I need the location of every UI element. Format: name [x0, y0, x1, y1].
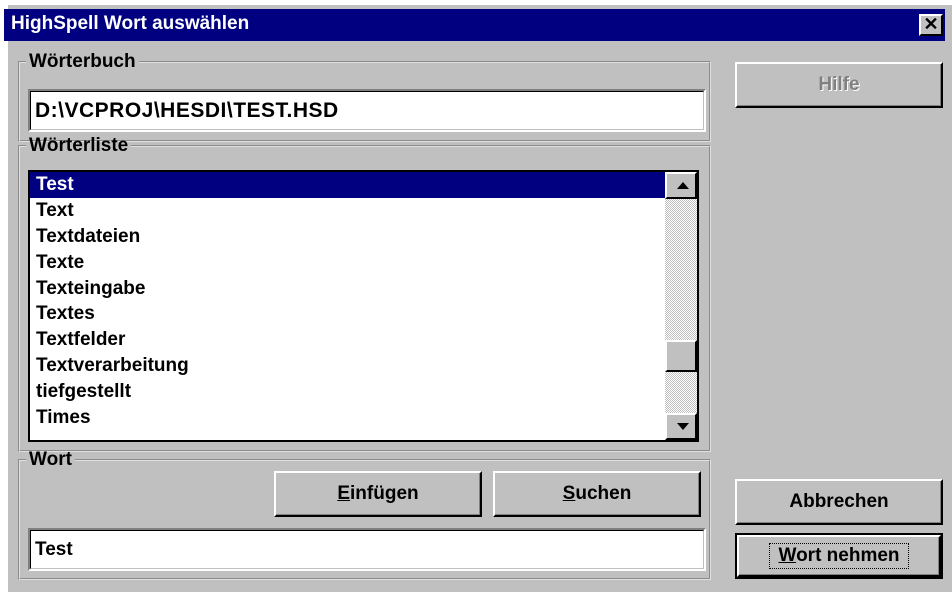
dictionary-path-field[interactable]: D:\VCPROJ\HESDI\TEST.HSD	[28, 89, 706, 132]
scroll-up-button[interactable]	[665, 172, 697, 199]
insert-button[interactable]: Einfügen	[274, 471, 482, 517]
help-button[interactable]: Hilfe	[735, 62, 943, 108]
scroll-thumb[interactable]	[665, 340, 697, 372]
word-input-value: Test	[35, 538, 73, 560]
take-word-button[interactable]: Wort nehmen	[735, 533, 943, 579]
dictionary-legend: Wörterbuch	[29, 51, 136, 72]
list-item[interactable]: Text	[30, 198, 665, 224]
vertical-scrollbar[interactable]	[665, 172, 697, 440]
list-item[interactable]: Times	[30, 405, 665, 431]
wordlist-legend: Wörterliste	[29, 135, 129, 156]
list-item[interactable]: Texte	[30, 250, 665, 276]
list-item[interactable]: Texteingabe	[30, 276, 665, 302]
close-button[interactable]: ✕	[919, 14, 943, 36]
help-button-label: Hilfe	[818, 74, 860, 95]
word-listbox[interactable]: Test Text Textdateien Texte Texteingabe Texte…	[28, 170, 699, 442]
take-word-mnemonic: W	[778, 545, 797, 566]
list-item[interactable]: Textfelder	[30, 327, 665, 353]
take-word-label: ort nehmen	[796, 545, 900, 566]
list-item[interactable]: Test	[30, 172, 665, 198]
word-legend: Wort	[29, 449, 72, 470]
dictionary-path-text: D:\VCPROJ\HESDI\TEST.HSD	[35, 98, 339, 122]
insert-button-label: infügen	[350, 483, 419, 504]
focus-rectangle: Wort nehmen	[769, 543, 909, 569]
word-input[interactable]: Test	[28, 528, 706, 571]
cancel-button-label: Abbrechen	[789, 491, 889, 512]
list-item[interactable]: Textes	[30, 301, 665, 327]
list-item[interactable]: Textdateien	[30, 224, 665, 250]
search-button-mnemonic: S	[562, 483, 576, 504]
cancel-button[interactable]: Abbrechen	[735, 479, 943, 525]
window-title: HighSpell Wort auswählen	[11, 13, 250, 34]
list-item[interactable]: tiefgestellt	[30, 379, 665, 405]
arrow-up-icon	[677, 182, 689, 189]
list-item[interactable]: Textverarbeitung	[30, 353, 665, 379]
search-button-label: uchen	[575, 483, 632, 504]
close-icon: ✕	[923, 14, 939, 34]
insert-button-mnemonic: E	[337, 483, 351, 504]
search-button[interactable]: Suchen	[493, 471, 701, 517]
word-list: Test Text Textdateien Texte Texteingabe Texte…	[30, 172, 665, 440]
scroll-down-button[interactable]	[665, 413, 697, 440]
arrow-down-icon	[677, 423, 689, 430]
title-bar[interactable]: HighSpell Wort auswählen ✕	[4, 9, 945, 41]
